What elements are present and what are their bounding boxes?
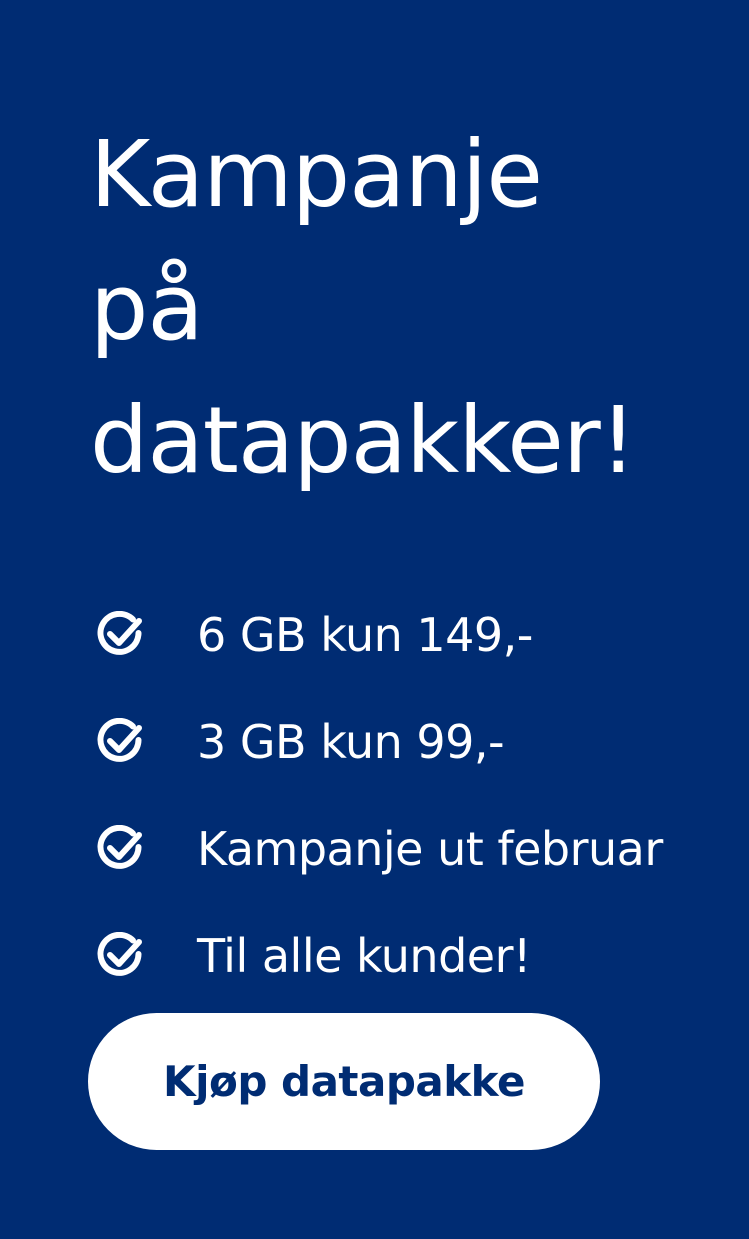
feature-item: 3 GB kun 99,- <box>90 688 749 795</box>
feature-list: 6 GB kun 149,- 3 GB kun 99,- Kampanje ut… <box>90 581 749 1009</box>
check-circle-icon <box>96 717 144 766</box>
check-circle-icon <box>96 931 144 980</box>
feature-text: Kampanje ut februar <box>197 821 663 876</box>
feature-item: Kampanje ut februar <box>90 795 749 902</box>
buy-data-package-button[interactable]: Kjøp datapakke <box>88 1013 600 1150</box>
campaign-banner: Kampanje på datapakker! 6 GB kun 149,- 3… <box>0 0 749 1239</box>
feature-item: 6 GB kun 149,- <box>90 581 749 688</box>
check-circle-icon <box>96 610 144 659</box>
feature-text: Til alle kunder! <box>197 928 531 983</box>
check-circle-icon <box>96 824 144 873</box>
headline-line-3: datapakker! <box>90 387 637 494</box>
feature-text: 3 GB kun 99,- <box>197 714 505 769</box>
headline: Kampanje på datapakker! <box>90 108 710 507</box>
headline-line-2: på <box>90 254 204 361</box>
feature-item: Til alle kunder! <box>90 902 749 1009</box>
feature-text: 6 GB kun 149,- <box>197 607 533 662</box>
headline-line-1: Kampanje <box>90 121 543 228</box>
